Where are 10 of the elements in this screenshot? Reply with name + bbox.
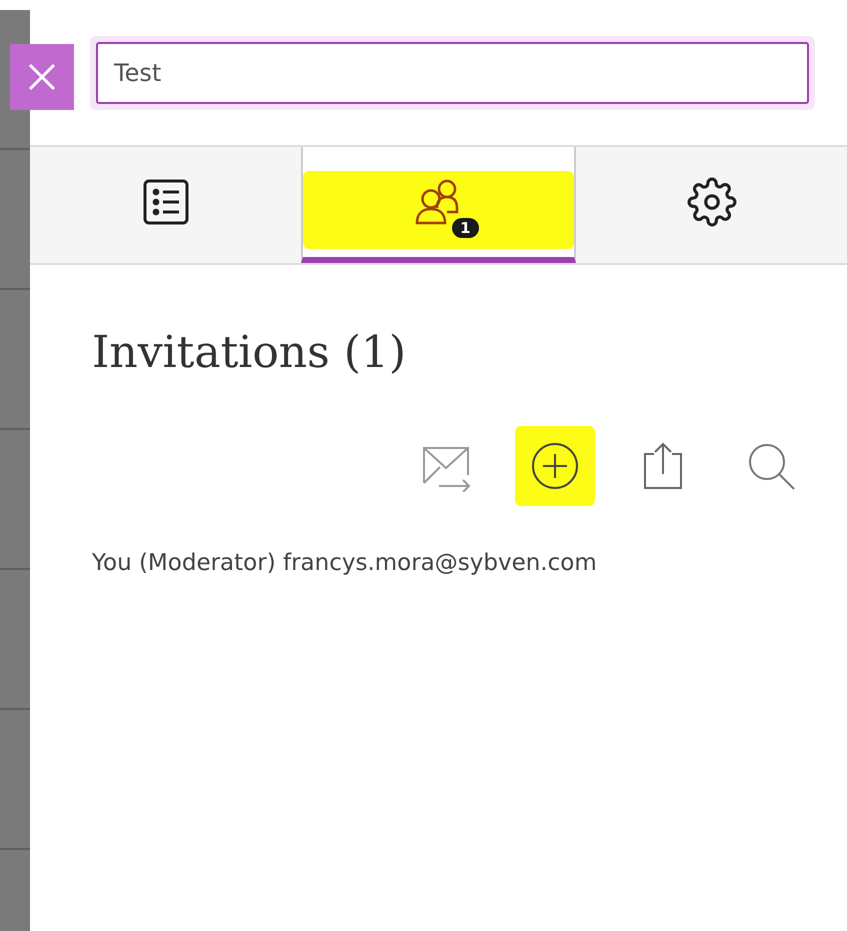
tab[interactable]: 1 — [301, 147, 576, 263]
list-icon — [142, 178, 190, 226]
add-action-button[interactable] — [515, 426, 595, 506]
attendee-entry: You (Moderator) francys.mora@sybven.com — [92, 550, 598, 576]
close-icon — [28, 63, 56, 91]
add-icon — [529, 440, 581, 492]
section-heading: Invitations (1) — [92, 327, 408, 378]
settings-icon — [686, 177, 736, 227]
title-field[interactable]: Test — [96, 42, 809, 104]
close-button[interactable] — [10, 44, 74, 110]
